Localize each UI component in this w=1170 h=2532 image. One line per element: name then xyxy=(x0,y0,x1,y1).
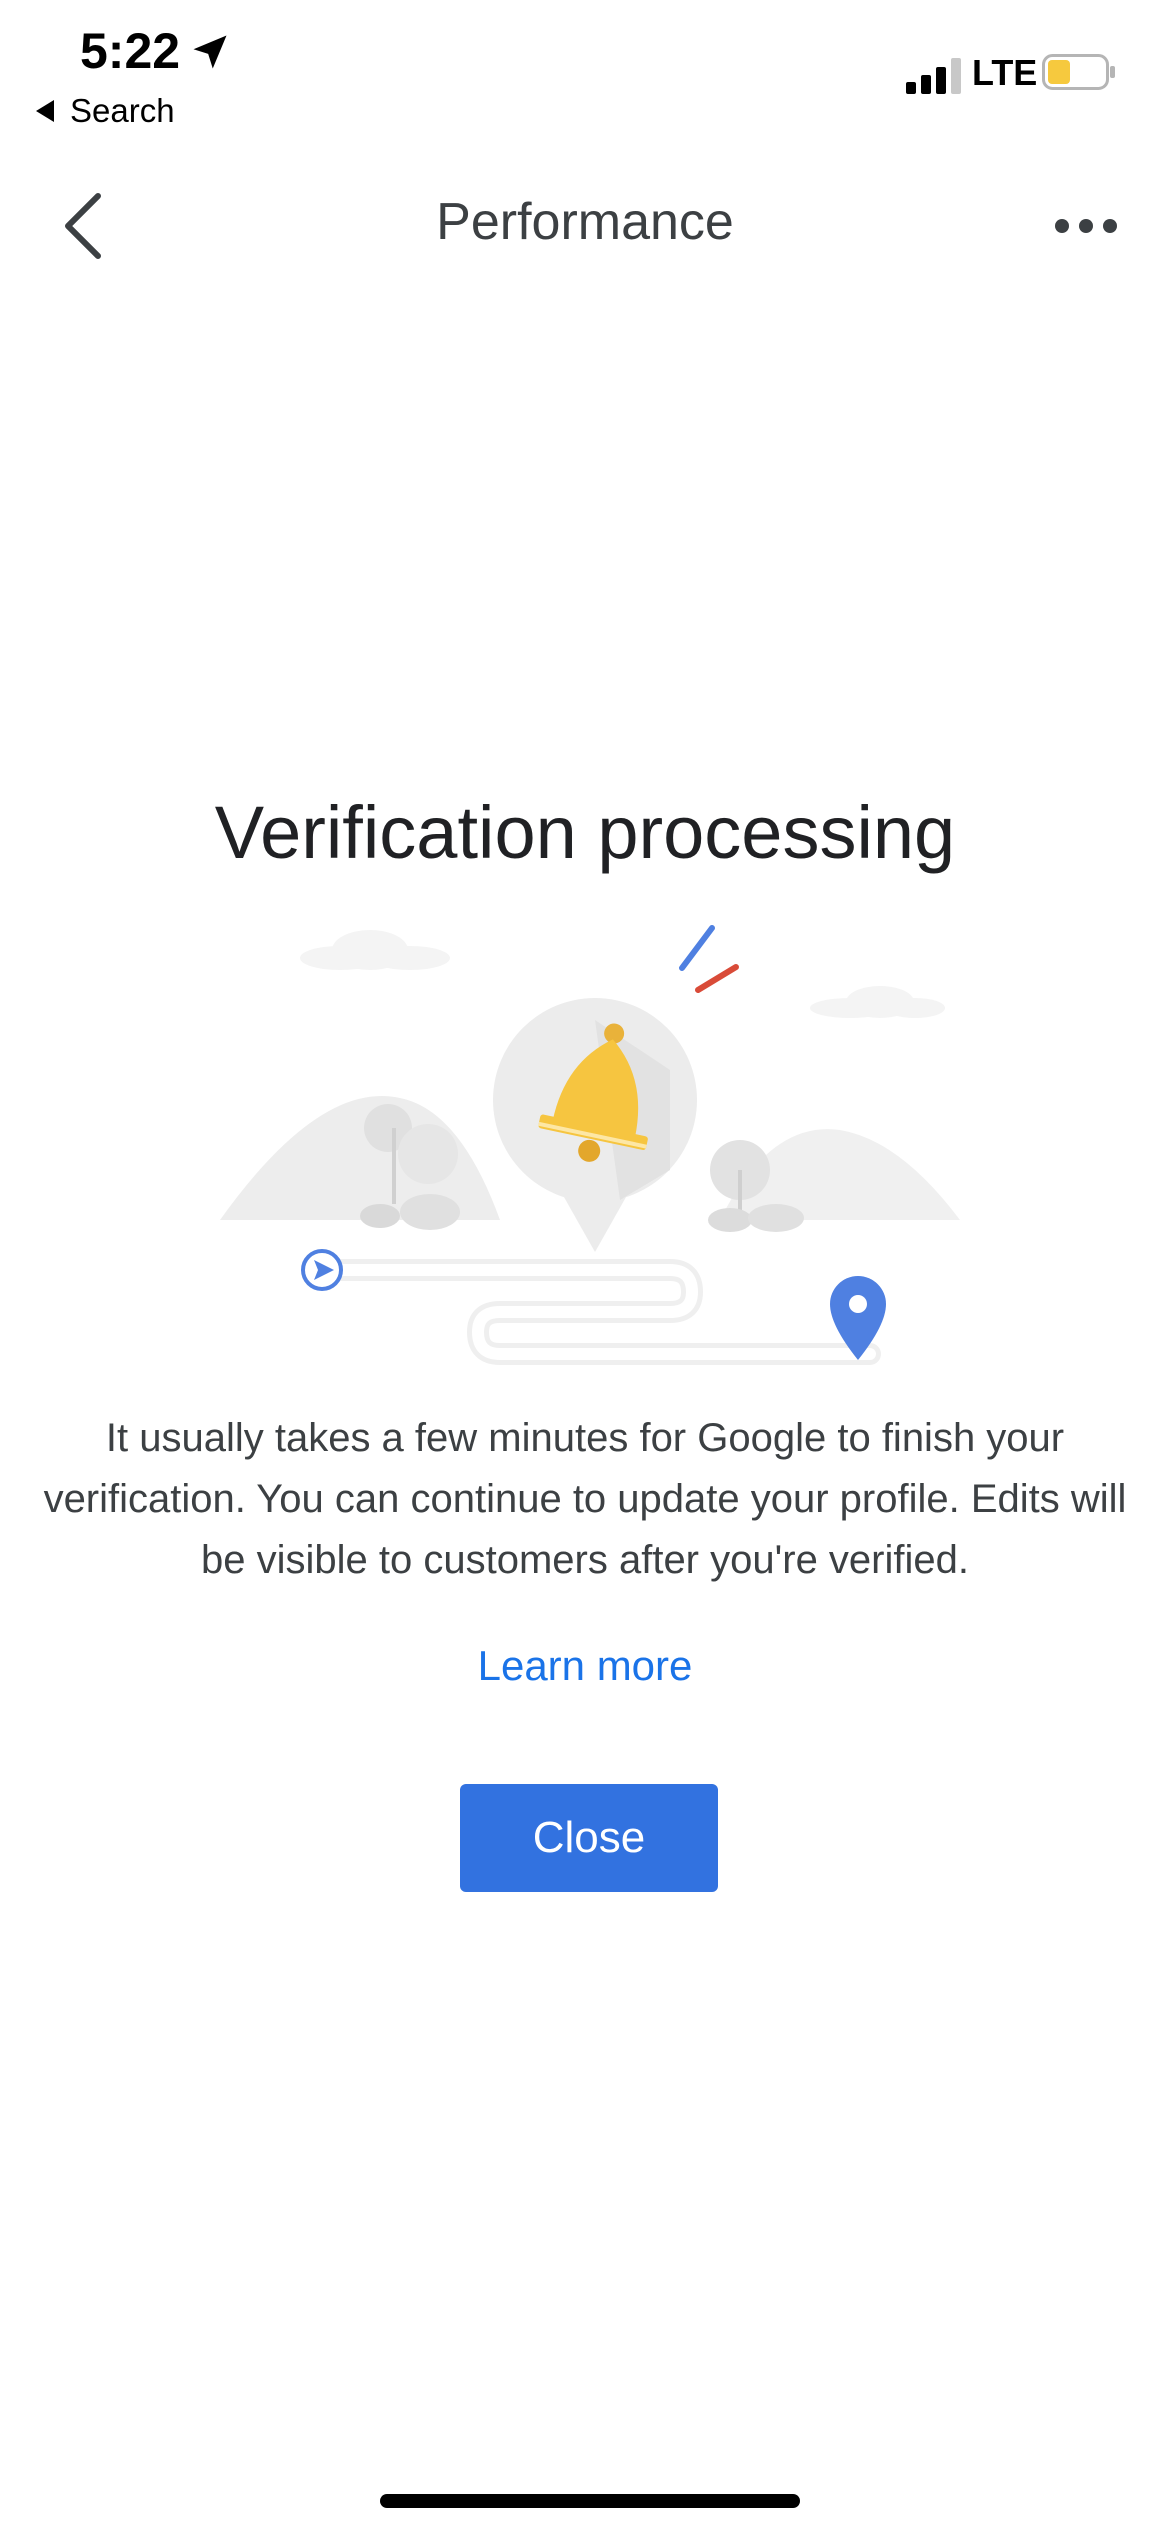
location-arrow-icon xyxy=(193,35,227,69)
navigation-start-icon xyxy=(301,1249,343,1291)
verification-headline: Verification processing xyxy=(214,791,956,874)
cellular-signal-icon xyxy=(906,58,961,94)
page-title: Performance xyxy=(436,193,734,251)
back-triangle-icon xyxy=(36,100,54,122)
verification-bell-illustration xyxy=(220,925,960,1365)
more-horiz-icon xyxy=(1055,219,1117,233)
blue-spark xyxy=(679,925,715,971)
verification-description: It usually takes a few minutes for Googl… xyxy=(43,1416,1127,1582)
network-type: LTE xyxy=(972,52,1038,93)
more-options-button[interactable] xyxy=(1050,208,1122,244)
back-to-app-link[interactable]: Search xyxy=(36,92,175,130)
status-time: 5:22 xyxy=(80,23,181,79)
home-indicator[interactable] xyxy=(380,2494,800,2508)
close-button[interactable]: Close xyxy=(460,1784,718,1892)
battery-icon xyxy=(1042,54,1115,90)
red-spark xyxy=(695,964,739,993)
learn-more-link[interactable]: Learn more xyxy=(0,1642,1170,1690)
back-to-app-label: Search xyxy=(70,92,175,129)
